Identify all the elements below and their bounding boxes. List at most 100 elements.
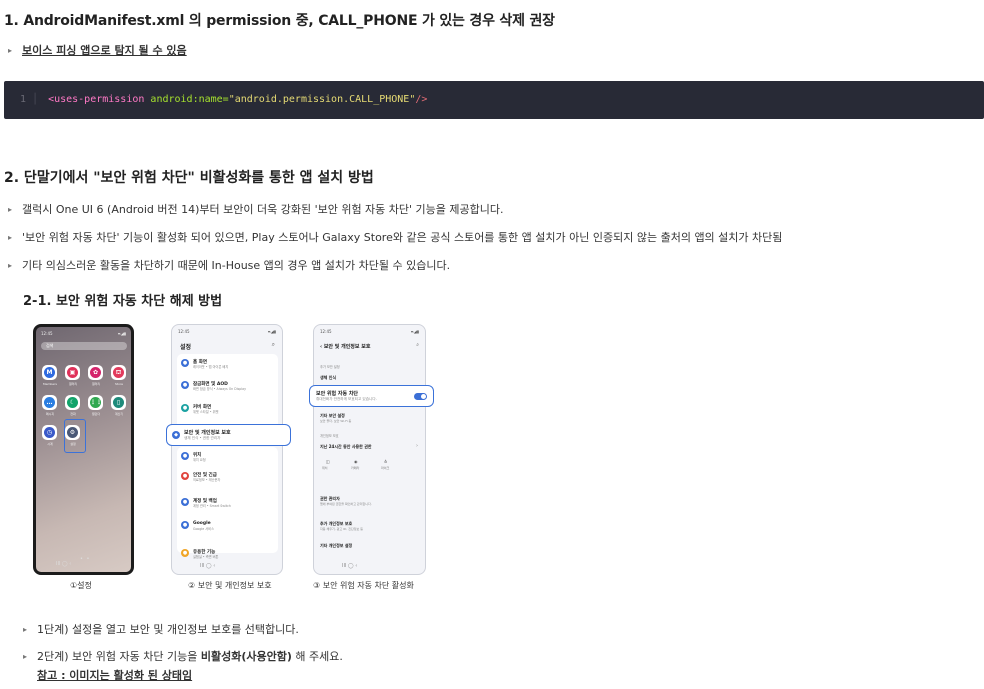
section-label: 추가 보안 설정: [320, 365, 340, 369]
code-close: />: [415, 94, 428, 105]
biometrics-row: 생체 인식: [320, 375, 337, 380]
step-text-suffix: 해 주세요.: [291, 650, 343, 663]
section2-bullet-text: 기타 의심스러운 활동을 차단하기 때문에 In-House 앱의 경우 앱 설…: [22, 259, 451, 272]
caption-1: ①설정: [70, 581, 92, 590]
settings-row[interactable]: ● 안전 및 긴급 의료정보 • 재난문자: [181, 472, 271, 482]
status-time: 12:45: [320, 329, 332, 334]
settings-title: 설정: [180, 344, 192, 351]
section-label: 개인정보 보호: [320, 434, 339, 438]
settings-row[interactable]: ● 홈 화면 레이아웃 • 앱 아이콘 배지: [181, 359, 271, 369]
location-icon: ◫: [326, 459, 330, 464]
permission-usage-row: 지난 24시간 동안 사용한 권한: [320, 444, 372, 449]
callout-title: 보안 및 개인정보 보호: [184, 430, 231, 436]
bullet-triangle-icon: ▸: [8, 233, 13, 242]
app-label: 갤러리: [91, 382, 101, 386]
section2-bullet-text: '보안 위험 자동 차단' 기능이 활성화 되어 있으면, Play 스토어나 …: [22, 231, 783, 244]
auto-blocker-subtitle: 휴대전화가 안전하게 보호되고 있습니다.: [316, 397, 377, 401]
permission-manager-sub: 앱에 부여된 권한을 확인하고 관리합니다.: [320, 502, 372, 506]
app-label: 캘린더: [91, 412, 101, 416]
step-emphasis: 비활성화(사용안함): [200, 650, 292, 663]
phone-settings-screen: 12:45 ▾ᵢ◢▮ 설정 ⌕ ● 홈 화면 레이아웃 • 앱 아이콘 배지 ● 잠금화…: [171, 324, 283, 575]
section1-note-text: 보이스 피싱 앱으로 탐지 될 수 있음: [22, 44, 187, 57]
callout-subtitle: 생체 인식 • 권한 관리자: [184, 436, 221, 440]
app-glyph: ▣: [67, 367, 78, 378]
caption-3: ③ 보안 위험 자동 차단 활성화: [313, 581, 414, 590]
settings-highlight: [64, 419, 86, 453]
home-search-bar: 검색: [41, 342, 127, 350]
phone-home-screen: 12:45 ▾ᵢ◢▮ 검색 M Members ▣ 갤러리 ✿ 갤러리 ⛫ Store … 메시지…: [33, 324, 134, 575]
app-label: 계산기: [114, 412, 124, 416]
app-glyph: ✿: [90, 367, 101, 378]
settings-row-icon: ●: [181, 472, 189, 480]
settings-row-icon: ●: [181, 521, 189, 529]
app-icon[interactable]: ⛫: [111, 365, 126, 380]
auto-blocker-callout: 보안 위험 자동 차단 휴대전화가 안전하게 보호되고 있습니다.: [309, 385, 434, 407]
app-icon[interactable]: ✿: [88, 365, 103, 380]
auto-blocker-title: 보안 위험 자동 차단: [316, 391, 359, 397]
app-label: Store: [115, 382, 123, 386]
step-1: ▸ 1단계) 설정을 열고 보안 및 개인정보 보호를 선택합니다.: [23, 621, 299, 637]
bullet-triangle-icon: ▸: [23, 625, 28, 634]
settings-row[interactable]: ● 유용한 기능 실험실 • 측면 버튼: [181, 549, 271, 559]
settings-row[interactable]: ● 계정 및 백업 계정 관리 • Smart Switch: [181, 498, 271, 508]
settings-row-subtitle: 위치 요청: [193, 458, 206, 462]
section2-bullet: ▸ '보안 위험 자동 차단' 기능이 활성화 되어 있으면, Play 스토어나…: [8, 229, 782, 245]
code-attr: android:name=: [150, 94, 229, 105]
settings-row[interactable]: ● 커버 화면 위젯 스타일 • 위젯: [181, 404, 271, 414]
settings-row[interactable]: ● 잠금화면 및 AOD 화면 잠금 방식 • Always On Display: [181, 381, 271, 391]
app-icon[interactable]: …: [42, 395, 57, 410]
bullet-triangle-icon: ▸: [8, 46, 13, 55]
step-2: ▸ 2단계) 보안 위험 자동 차단 기능을 비활성화(사용안함) 해 주세요.: [23, 648, 343, 664]
camera-icon: ◉: [354, 459, 358, 464]
search-icon: ⌕: [416, 342, 419, 348]
settings-row-subtitle: Google 서비스: [193, 527, 215, 531]
reference-text: 참고 : 이미지는 활성화 된 상태임: [37, 669, 193, 682]
code-value: "android.permission.CALL_PHONE": [228, 94, 416, 105]
other-privacy-row: 기타 개인정보 설정: [320, 543, 353, 548]
nav-bar: III ◯ ‹: [56, 561, 72, 567]
security-title: ‹ 보안 및 개인정보 보호: [320, 343, 370, 350]
status-icons: ▾ᵢ◢▮: [118, 331, 126, 336]
phone-security-screen: 12:45 ▾ᵢ◢▮ ‹ 보안 및 개인정보 보호 ⌕ 추가 보안 설정 생체 …: [313, 324, 426, 575]
page-dots: • •: [80, 556, 91, 562]
bullet-triangle-icon: ▸: [23, 652, 28, 661]
status-time: 12:45: [178, 329, 190, 334]
settings-row-subtitle: 화면 잠금 방식 • Always On Display: [193, 387, 247, 391]
app-icon[interactable]: M: [42, 365, 57, 380]
app-label: 메시지: [45, 412, 55, 416]
section1-title: 1. AndroidManifest.xml 의 permission 중, C…: [4, 13, 555, 29]
settings-row-subtitle: 계정 관리 • Smart Switch: [193, 504, 231, 508]
perm-label: 마이크: [381, 466, 390, 470]
app-glyph: ▯: [113, 397, 124, 408]
settings-row[interactable]: ● Google Google 서비스: [181, 521, 271, 531]
chevron-right-icon: ›: [416, 443, 418, 449]
settings-row-icon: ●: [181, 452, 189, 460]
settings-row-icon: ●: [181, 381, 189, 389]
app-icon[interactable]: ☾: [65, 395, 80, 410]
security-title-text: 보안 및 개인정보 보호: [323, 344, 371, 350]
settings-row[interactable]: ● 위치 위치 요청: [181, 452, 271, 462]
section2-title: 2. 단말기에서 "보안 위험 차단" 비활성화를 통한 앱 설치 방법: [4, 170, 374, 186]
settings-row-icon: ●: [181, 549, 189, 557]
settings-row-icon: ●: [181, 404, 189, 412]
app-glyph: …: [44, 397, 55, 408]
app-icon[interactable]: ▯: [111, 395, 126, 410]
app-glyph: ⋮⋮: [90, 397, 102, 408]
search-icon: ⌕: [271, 341, 275, 348]
caption-2: ② 보안 및 개인정보 보호: [188, 581, 272, 590]
app-label: 전화: [70, 412, 76, 416]
app-glyph: ☾: [67, 397, 78, 408]
subsection-title: 2-1. 보안 위험 자동 차단 해제 방법: [23, 294, 223, 309]
auto-blocker-toggle[interactable]: [414, 393, 427, 400]
app-icon[interactable]: ▣: [65, 365, 80, 380]
bullet-triangle-icon: ▸: [8, 205, 13, 214]
app-icon[interactable]: ◷: [42, 425, 57, 440]
status-time: 12:45: [41, 331, 53, 336]
settings-row-subtitle: 위젯 스타일 • 위젯: [193, 410, 219, 414]
app-label: Members: [43, 382, 57, 386]
app-icon[interactable]: ⋮⋮: [88, 395, 103, 410]
nav-bar: III ◯ ‹: [200, 563, 216, 569]
app-label: 시계: [47, 442, 53, 446]
settings-row-subtitle: 의료정보 • 재난문자: [193, 478, 221, 482]
settings-row-subtitle: 레이아웃 • 앱 아이콘 배지: [193, 365, 229, 369]
